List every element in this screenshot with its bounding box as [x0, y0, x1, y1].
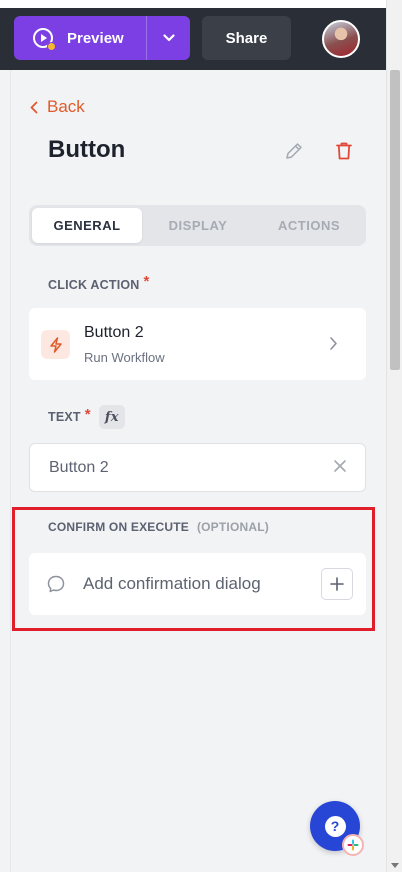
chevron-down-icon	[162, 34, 175, 42]
avatar[interactable]	[322, 20, 360, 58]
chat-bubble-icon	[46, 574, 66, 599]
scroll-down-arrow-icon[interactable]	[391, 863, 399, 868]
chevron-right-icon	[329, 336, 338, 356]
play-icon	[32, 27, 56, 51]
slack-icon	[342, 834, 364, 856]
tab-general[interactable]: GENERAL	[32, 208, 142, 243]
page-title: Button	[48, 136, 126, 163]
preview-button[interactable]: Preview	[14, 16, 146, 60]
share-button[interactable]: Share	[202, 16, 291, 60]
optional-label: (OPTIONAL)	[196, 520, 269, 534]
scrollbar[interactable]	[386, 0, 402, 872]
click-action-label: CLICK ACTION *	[48, 273, 150, 293]
tab-actions[interactable]: ACTIONS	[254, 208, 364, 243]
tab-display[interactable]: DISPLAY	[143, 208, 253, 243]
back-link[interactable]: Back	[30, 97, 85, 117]
chevron-left-icon	[30, 101, 38, 113]
add-confirmation-button[interactable]	[321, 568, 353, 600]
action-name: Button 2	[84, 324, 144, 341]
scrollbar-thumb[interactable]	[390, 70, 400, 370]
click-action-card[interactable]: Button 2 Run Workflow	[29, 308, 366, 380]
confirm-label: CONFIRM ON EXECUTE (OPTIONAL)	[48, 520, 269, 534]
click-action-label-text: CLICK ACTION	[48, 277, 140, 292]
confirm-label-text: CONFIRM ON EXECUTE	[48, 520, 189, 534]
text-input-value: Button 2	[49, 459, 109, 476]
text-input[interactable]: Button 2	[29, 443, 366, 492]
trash-icon[interactable]	[335, 141, 353, 166]
top-bar: Preview Share	[0, 0, 386, 70]
preview-button-group: Preview	[14, 16, 190, 60]
action-type: Run Workflow	[84, 350, 165, 365]
bolt-icon	[41, 330, 70, 359]
close-icon[interactable]	[333, 459, 347, 478]
required-mark: *	[84, 405, 91, 423]
text-field-label: TEXT * fx	[48, 405, 125, 429]
text-field-label-text: TEXT	[48, 410, 81, 424]
fx-toggle-button[interactable]: fx	[98, 405, 125, 429]
add-confirmation-dialog-row[interactable]: Add confirmation dialog	[29, 553, 366, 615]
required-mark: *	[143, 273, 150, 290]
plus-icon	[330, 577, 344, 591]
preview-label: Preview	[67, 29, 124, 47]
tab-bar: GENERAL DISPLAY ACTIONS	[29, 205, 366, 246]
preview-dropdown-button[interactable]	[147, 16, 190, 60]
pencil-icon[interactable]	[284, 141, 304, 166]
back-label: Back	[47, 97, 85, 116]
help-icon: ?	[324, 815, 346, 837]
add-confirmation-dialog-text: Add confirmation dialog	[83, 574, 261, 593]
